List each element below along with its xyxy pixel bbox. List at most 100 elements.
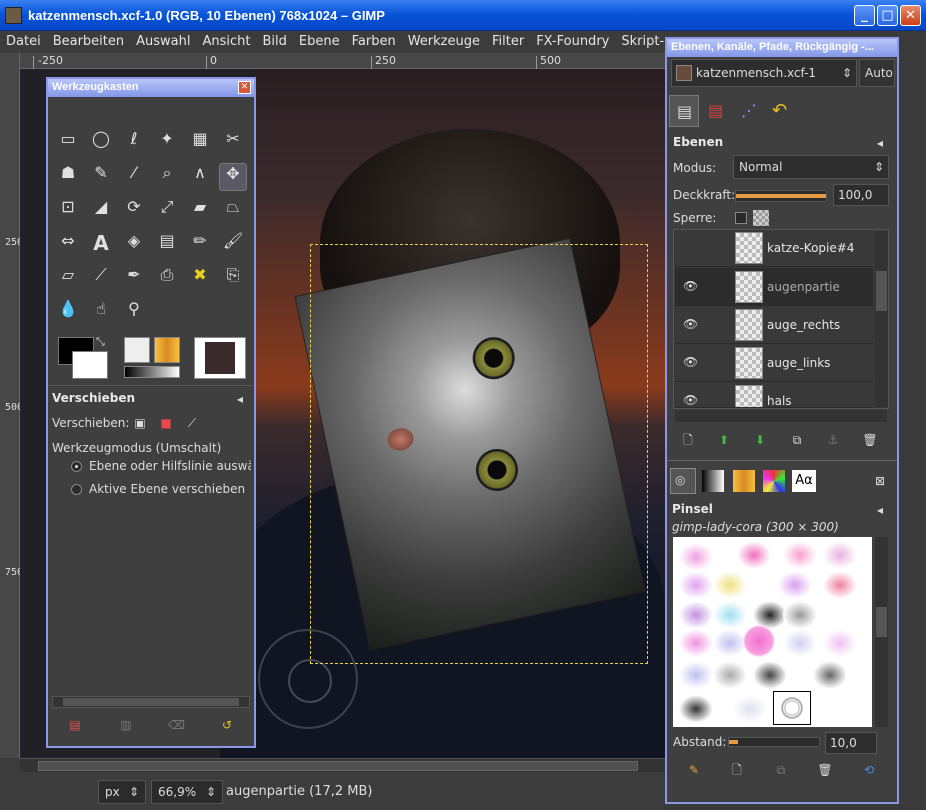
duplicate-layer-icon[interactable]: ⧉ [789, 432, 805, 448]
options-scrollbar[interactable] [52, 696, 250, 708]
rect-select-tool[interactable]: ▭ [54, 129, 82, 157]
layer-row[interactable]: katze-Kopie#4 [675, 229, 873, 267]
move-tool[interactable]: ✥ [219, 163, 247, 191]
opacity-field[interactable]: 100,0 [833, 184, 889, 206]
blur-tool[interactable]: 💧 [54, 299, 82, 327]
eye-icon[interactable]: 👁 [683, 355, 698, 369]
background-color[interactable] [72, 351, 108, 379]
option-pick-layer[interactable]: Ebene oder Hilfslinie auswählen [89, 459, 251, 473]
edit-brush-icon[interactable]: ✎ [686, 762, 702, 778]
menu-ebene[interactable]: Ebene [293, 31, 346, 49]
heal-tool[interactable]: ✖ [186, 265, 214, 293]
tab-undo[interactable]: ↶ [765, 95, 795, 127]
layer-row[interactable]: 👁 augenpartie [675, 268, 873, 306]
menu-arrow-icon[interactable]: ◂ [872, 135, 888, 151]
mode-select[interactable]: Normal ⇕ [733, 155, 889, 179]
crop-tool[interactable]: ◢ [87, 197, 115, 225]
tab-fonts[interactable]: Aα [792, 470, 816, 492]
menu-arrow-icon[interactable]: ◂ [232, 391, 248, 407]
tab-layers[interactable]: ▤ [669, 95, 699, 127]
layer-row[interactable]: 👁 hals [675, 382, 873, 408]
option-active-layer[interactable]: Aktive Ebene verschieben [89, 482, 245, 496]
color-select-tool[interactable]: ▦ [186, 129, 214, 157]
menu-filter[interactable]: Filter [486, 31, 530, 49]
free-select-tool[interactable]: ℓ [120, 129, 148, 157]
horizontal-scrollbar[interactable] [20, 758, 665, 772]
layers-hscroll[interactable] [675, 410, 887, 422]
scale-tool[interactable]: ⤢ [153, 197, 181, 225]
selected-brush[interactable] [773, 691, 811, 725]
align-tool[interactable]: ⊡ [54, 197, 82, 225]
menu-bearbeiten[interactable]: Bearbeiten [47, 31, 130, 49]
lock-alpha-icon[interactable] [753, 210, 769, 226]
duplicate-brush-icon[interactable]: ⧉ [773, 762, 789, 778]
foreground-select-tool[interactable]: ☗ [54, 163, 82, 191]
pencil-tool[interactable]: ✏ [186, 231, 214, 259]
ink-tool[interactable]: ✒ [120, 265, 148, 293]
menu-fx-foundry[interactable]: FX-Foundry [530, 31, 615, 49]
smudge-tool[interactable]: ☝ [87, 299, 115, 327]
text-tool[interactable]: A [87, 231, 115, 259]
refresh-brushes-icon[interactable]: ⟲ [861, 762, 877, 778]
unit-select[interactable]: px ⇕ [98, 780, 146, 804]
layer-row[interactable]: 👁 auge_links [675, 344, 873, 382]
close-icon[interactable]: ✕ [238, 81, 251, 94]
brushes-vscroll[interactable] [875, 537, 888, 727]
tab-paths[interactable]: ⋰ [733, 95, 763, 127]
scissors-tool[interactable]: ✂ [219, 129, 247, 157]
flip-tool[interactable]: ⇔ [54, 231, 82, 259]
paintbrush-tool[interactable]: 🖌 [219, 231, 247, 259]
blend-tool[interactable]: ▤ [153, 231, 181, 259]
auto-button[interactable]: Auto [859, 59, 895, 87]
fuzzy-select-tool[interactable]: ✦ [153, 129, 181, 157]
swap-colors-icon[interactable]: ⤡ [96, 335, 105, 349]
maximize-button[interactable]: □ [877, 5, 898, 26]
zoom-select[interactable]: 66,9% ⇕ [151, 780, 223, 804]
save-options-icon[interactable]: ▤ [67, 717, 83, 733]
move-layer-icon[interactable]: ▣ [132, 415, 148, 431]
dodge-burn-tool[interactable]: ⚲ [120, 299, 148, 327]
menu-auswahl[interactable]: Auswahl [130, 31, 196, 49]
selection-marquee[interactable] [310, 244, 648, 664]
brush-preview[interactable] [124, 337, 150, 363]
move-selection-icon[interactable]: ■ [158, 415, 174, 431]
lower-layer-icon[interactable]: ⬇ [752, 432, 768, 448]
move-path-icon[interactable]: ⟋ [184, 415, 200, 431]
delete-brush-icon[interactable]: 🗑 [817, 762, 833, 778]
new-layer-icon[interactable]: 🗋 [680, 432, 696, 448]
zoom-tool[interactable]: ⌕ [153, 163, 181, 191]
minimize-button[interactable]: _ [854, 5, 875, 26]
pattern-preview[interactable] [154, 337, 180, 363]
close-button[interactable]: ✕ [900, 5, 921, 26]
new-brush-icon[interactable]: 🗋 [729, 762, 745, 778]
tab-palettes[interactable] [763, 470, 785, 492]
restore-options-icon[interactable]: ▥ [118, 717, 134, 733]
vertical-ruler[interactable]: 250 500 750 [0, 53, 23, 758]
eye-icon[interactable]: 👁 [683, 279, 698, 293]
gradient-preview[interactable] [124, 366, 180, 378]
close-tab-icon[interactable]: ⊠ [872, 473, 888, 489]
color-picker-tool[interactable]: ⁄ [120, 163, 148, 191]
menu-bild[interactable]: Bild [257, 31, 293, 49]
bucket-fill-tool[interactable]: ◈ [120, 231, 148, 259]
paths-tool[interactable]: ✎ [87, 163, 115, 191]
perspective-tool[interactable]: ⏢ [219, 197, 247, 225]
active-image-preview[interactable] [194, 337, 246, 379]
measure-tool[interactable]: ∧ [186, 163, 214, 191]
menu-werkzeuge[interactable]: Werkzeuge [402, 31, 486, 49]
eraser-tool[interactable]: ▱ [54, 265, 82, 293]
opacity-slider[interactable] [735, 190, 827, 202]
radio-active-layer[interactable] [71, 484, 82, 495]
anchor-layer-icon[interactable]: ⚓ [825, 432, 841, 448]
menu-skript-fu[interactable]: Skript-Fu [615, 31, 664, 49]
ellipse-select-tool[interactable]: ◯ [87, 129, 115, 157]
horizontal-ruler[interactable]: -250 0 250 500 [20, 53, 665, 69]
tab-patterns[interactable] [733, 470, 755, 492]
delete-layer-icon[interactable]: 🗑 [862, 432, 878, 448]
menu-farben[interactable]: Farben [346, 31, 402, 49]
raise-layer-icon[interactable]: ⬆ [716, 432, 732, 448]
shear-tool[interactable]: ▰ [186, 197, 214, 225]
brush-grid[interactable] [673, 537, 872, 727]
eye-icon[interactable]: 👁 [683, 317, 698, 331]
menu-datei[interactable]: Datei [0, 31, 47, 49]
